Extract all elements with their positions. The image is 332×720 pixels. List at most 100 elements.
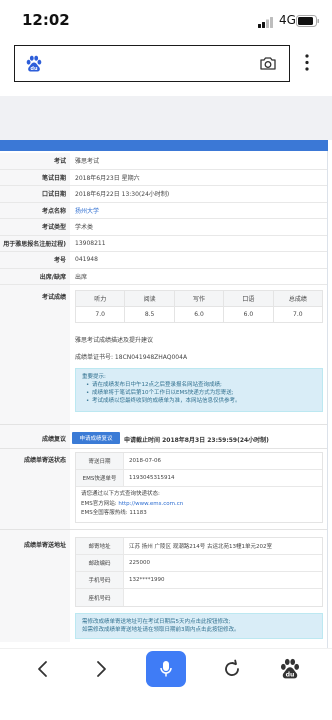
microphone-icon [160,661,172,677]
score-header: 阅读 [125,291,175,306]
delivery-status-label: 成绩单寄送状态 [0,449,70,529]
ems-hotline: EMS全国客服热线: 11183 [81,510,147,516]
score-table: 听力 阅读 写作 口语 总成绩 7.0 8.5 6.0 6.0 7.0 [75,290,323,323]
address-bar[interactable]: du [14,45,290,82]
baidu-logo-icon: du [26,55,42,72]
delivery-status-table: 寄送日期 2018-07-06 EMS快递单号 1193045315914 请您… [75,452,323,523]
tracking-info: 请您通过以下方式查询快递状态: EMS官方网站: http://www.ems.… [76,487,322,522]
row-label: 考试类型 [0,219,70,235]
row-label: 邮寄地址 [76,538,124,554]
status-time: 12:02 [22,11,70,29]
row-label: 考试 [0,153,70,169]
baidu-home-icon[interactable]: du [280,658,300,679]
battery-icon [296,15,319,27]
scores-body: 听力 阅读 写作 口语 总成绩 7.0 8.5 6.0 6.0 7.0 雅思考试… [70,285,327,424]
score-value: 6.0 [224,307,274,322]
row-value: 雅思考试 [75,158,100,166]
table-row: 考点名称 扬州大学 [0,202,327,219]
ems-website-line: EMS官方网站: http://www.ems.com.cn [81,500,317,510]
table-row: 邮政编码 225000 [76,555,322,572]
row-value: 2018年6月22日 13:30(24小时制) [75,191,170,199]
notice-item: 请在成绩发布日中午12点之后登录报名网站查询成绩; [82,381,316,389]
table-row: 出席/缺席 出席 [0,268,327,285]
more-menu-icon[interactable] [305,54,309,71]
score-value: 7.0 [293,311,303,318]
test-center-link[interactable]: 扬州大学 [75,206,99,215]
signal-icon [258,17,273,28]
score-advice-link[interactable]: 雅思考试成绩描述及提升建议 [75,335,153,344]
important-notice: 重要提示: 请在成绩发布日中午12点之后登录报名网站查询成绩; 成绩单将于笔试后… [75,368,323,412]
notice-line: 如需修改成绩单寄送地址请在领取日期前3周内点击此按钮修改。 [82,627,240,633]
delivery-address-section: 成绩单寄送地址 邮寄地址 江苏 扬州 广陵区 观潮路214号 古运北苑13幢1单… [0,530,327,642]
row-label: 邮政编码 [76,555,124,571]
baidu-logo-text: du [30,66,38,72]
score-header: 写作 [175,291,225,306]
row-value [124,589,322,606]
row-value: 132****1990 [129,577,165,583]
certificate-number: 成绩单证书号: 18CN041948ZHAQ004A [75,354,188,361]
row-label: 用于雅思报名注册过程) [0,235,70,251]
table-row: 手机号码 132****1990 [76,572,322,589]
row-value: 041948 [75,256,98,264]
row-value: 扬州大学 [70,203,327,219]
network-type: 4G [279,13,296,27]
back-arrow-icon[interactable] [37,660,49,678]
refresh-icon[interactable] [222,659,242,679]
page-top-area [0,96,332,140]
notice-item: 考试成绩以您最终收到的成绩单为准，本网站信息仅供参考。 [82,397,316,405]
row-label: 座机号码 [76,589,124,606]
scores-section: 考试成绩 听力 阅读 写作 口语 总成绩 7.0 8.5 6.0 6.0 7.0 [0,285,327,425]
table-row: 考号 041948 [0,252,327,269]
ems-website-label: EMS官方网站: [81,500,119,507]
review-body: 申请成绩复议 申请截止时间 2018年8月3日 23:59:59(24小时制) [70,425,327,448]
row-value: 2018-07-06 [129,458,161,464]
forward-arrow-icon[interactable] [95,660,107,678]
address-notice: 需修改成绩单寄送地址可在考试日期后5天内点击此按钮修改; 如需修改成绩单寄送地址… [75,613,323,639]
delivery-address-label: 成绩单寄送地址 [0,530,70,642]
apply-review-button[interactable]: 申请成绩复议 [72,432,120,444]
exam-info-table: 考试 雅思考试 笔试日期 2018年6月23日 星期六 口试日期 2018年6月… [0,153,327,285]
score-value: 7.0 [76,307,126,322]
row-value: 江苏 扬州 广陵区 观潮路214号 古运北苑13幢1单元202室 [129,544,272,550]
table-row: 寄送日期 2018-07-06 [76,453,322,470]
row-label: 考点名称 [0,202,70,218]
score-header: 口语 [224,291,274,306]
delivery-status-section: 成绩单寄送状态 寄送日期 2018-07-06 EMS快递单号 11930453… [0,449,327,530]
bottom-nav: du [0,648,332,720]
row-label: 手机号码 [76,572,124,588]
table-row: 考试 雅思考试 [0,153,327,170]
table-row: 笔试日期 2018年6月23日 星期六 [0,169,327,186]
voice-search-button[interactable] [146,651,186,687]
review-section: 成绩复议 申请成绩复议 申请截止时间 2018年8月3日 23:59:59(24… [0,425,327,449]
score-header: 听力 [76,291,126,306]
row-label: 考号 [0,252,70,268]
scores-label: 考试成绩 [0,285,70,424]
notice-item: 成绩单将于笔试后第10个工作日以EMS快递方式为您寄送; [82,389,316,397]
row-value: 13908211 [75,239,106,247]
row-value: 出席 [75,273,88,281]
row-label: 笔试日期 [0,169,70,185]
row-label: 口试日期 [0,186,70,202]
row-value: 225000 [129,560,150,566]
row-value: 2018年6月23日 星期六 [75,174,140,182]
table-row: 邮寄地址 江苏 扬州 广陵区 观潮路214号 古运北苑13幢1单元202室 [76,538,322,555]
table-row: 用于雅思报名注册过程) 13908211 [0,235,327,252]
score-value-row: 7.0 8.5 6.0 6.0 7.0 [76,307,322,322]
review-label: 成绩复议 [0,425,70,448]
table-row: 口试日期 2018年6月22日 13:30(24小时制) [0,186,327,203]
camera-icon[interactable] [259,56,277,71]
ems-website-link[interactable]: http://www.ems.com.cn [118,501,183,507]
review-deadline: 申请截止时间 2018年8月3日 23:59:59(24小时制) [124,436,269,444]
score-header-row: 听力 阅读 写作 口语 总成绩 [76,291,322,307]
tracking-intro: 请您通过以下方式查询快递状态: [81,491,160,497]
delivery-address-table: 邮寄地址 江苏 扬州 广陵区 观潮路214号 古运北苑13幢1单元202室 邮政… [75,537,323,607]
score-value: 8.5 [125,307,175,322]
row-value: 学术类 [75,224,94,232]
row-label: EMS快递单号 [76,470,124,486]
row-value: 1193045315914 [129,475,175,481]
delivery-address-body: 邮寄地址 江苏 扬州 广陵区 观潮路214号 古运北苑13幢1单元202室 邮政… [70,530,327,642]
header-bar [0,140,328,151]
table-row: EMS快递单号 1193045315914 [76,470,322,487]
notice-line: 需修改成绩单寄送地址可在考试日期后5天内点击此按钮修改; [82,619,231,625]
baidu-home-text: du [286,672,295,679]
